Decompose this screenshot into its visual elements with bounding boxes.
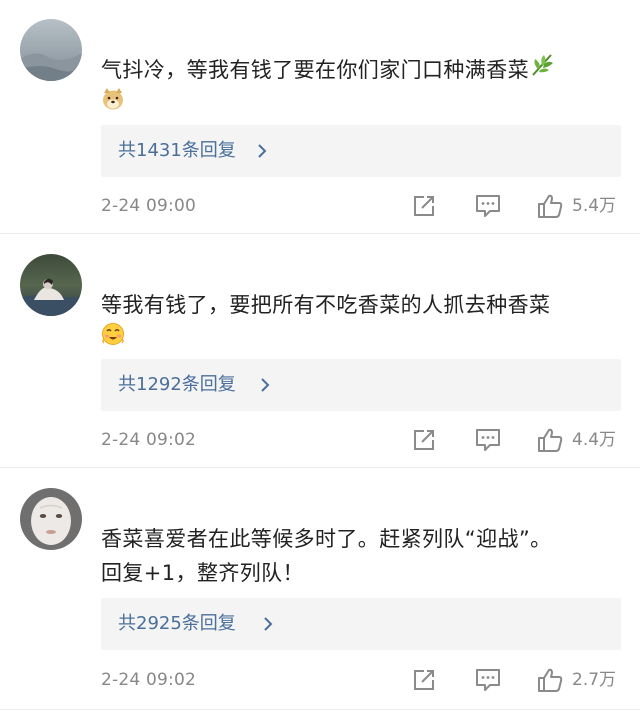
replies-box[interactable]: 共1292条回复 — [101, 359, 621, 411]
chevron-right-icon — [260, 377, 270, 397]
comment-text-line: 气抖冷，等我有钱了要在你们家门口种满香菜 — [101, 58, 529, 82]
chevron-right-icon — [263, 616, 273, 636]
share-icon[interactable] — [411, 427, 439, 453]
comment-icon[interactable] — [474, 667, 502, 693]
chevron-right-icon — [257, 143, 267, 163]
avatar[interactable] — [20, 488, 82, 550]
replies-count-link[interactable]: 共1292条回复 — [118, 372, 236, 398]
comment-text-line: 香菜喜爱者在此等候多时了。赶紧列队“迎战”。 — [101, 527, 552, 551]
comment-time: 2-24 09:02 — [101, 670, 196, 690]
comment-item: 等我有钱了，要把所有不吃香菜的人抓去种香菜 共1292条回复 2-24 09:0… — [0, 234, 640, 466]
comment-text-line: 等我有钱了，要把所有不吃香菜的人抓去种香菜 — [101, 293, 551, 317]
divider — [0, 709, 640, 710]
avatar-face-mask-image — [20, 488, 82, 550]
doge-emoji — [101, 87, 125, 121]
thumbs-up-icon[interactable] — [536, 427, 564, 453]
comment-meta: 2-24 09:02 2.7万 — [101, 665, 621, 695]
comment-meta: 2-24 09:02 4.4万 — [101, 425, 621, 455]
share-icon[interactable] — [411, 667, 439, 693]
avatar[interactable] — [20, 254, 82, 316]
replies-count-link[interactable]: 共2925条回复 — [118, 611, 236, 637]
like-count: 5.4万 — [572, 196, 617, 216]
replies-box[interactable]: 共1431条回复 — [101, 125, 621, 177]
comment-time: 2-24 09:00 — [101, 196, 196, 216]
like-count: 4.4万 — [572, 430, 617, 450]
like-count: 2.7万 — [572, 670, 617, 690]
comment-text: 气抖冷，等我有钱了要在你们家门口种满香菜 — [101, 53, 623, 122]
comment-meta: 2-24 09:00 5.4万 — [101, 191, 621, 221]
comment-text-line: 回复+1，整齐列队！ — [101, 561, 304, 585]
avatar[interactable] — [20, 19, 82, 81]
comment-text: 等我有钱了，要把所有不吃香菜的人抓去种香菜 — [101, 288, 623, 356]
smiling-blush-emoji — [101, 322, 125, 356]
replies-box[interactable]: 共2925条回复 — [101, 598, 621, 650]
comment-icon[interactable] — [474, 193, 502, 219]
comment-time: 2-24 09:02 — [101, 430, 196, 450]
share-icon[interactable] — [411, 193, 439, 219]
replies-count-link[interactable]: 共1431条回复 — [118, 138, 236, 164]
comment-icon[interactable] — [474, 427, 502, 453]
comment-item: 香菜喜爱者在此等候多时了。赶紧列队“迎战”。 回复+1，整齐列队！ 共2925条… — [0, 468, 640, 712]
comment-item: 气抖冷，等我有钱了要在你们家门口种满香菜 共1431条回复 2-24 09:00… — [0, 0, 640, 232]
avatar-person-on-rock-image — [20, 254, 82, 316]
herb-emoji — [529, 52, 555, 88]
thumbs-up-icon[interactable] — [536, 667, 564, 693]
avatar-misty-landscape-image — [20, 19, 82, 81]
thumbs-up-icon[interactable] — [536, 193, 564, 219]
comment-text: 香菜喜爱者在此等候多时了。赶紧列队“迎战”。 回复+1，整齐列队！ — [101, 522, 623, 590]
